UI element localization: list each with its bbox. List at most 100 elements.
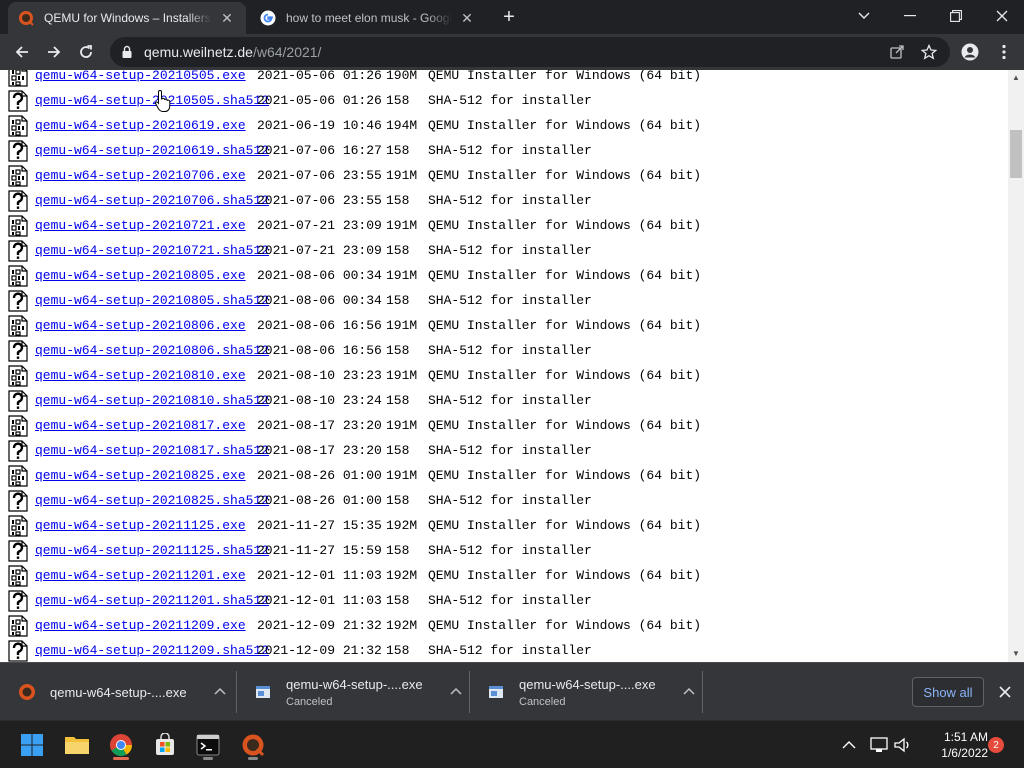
file-date: 2021-12-01 11:03 <box>257 593 382 608</box>
network-icon[interactable] <box>870 737 888 753</box>
store-icon[interactable] <box>149 729 181 761</box>
scroll-up-icon[interactable]: ▲ <box>1012 74 1020 82</box>
file-description: SHA-512 for installer <box>428 443 592 458</box>
divider <box>702 671 703 713</box>
profile-icon[interactable] <box>956 38 984 66</box>
file-date: 2021-12-01 11:03 <box>257 568 382 583</box>
file-link[interactable]: qemu-w64-setup-20210619.sha512 <box>35 143 269 158</box>
unknown-file-icon <box>8 490 28 512</box>
minimize-icon[interactable] <box>892 4 928 28</box>
unknown-file-icon <box>8 340 28 362</box>
forward-icon[interactable] <box>40 38 68 66</box>
file-size: 190M <box>386 70 418 83</box>
file-date: 2021-11-27 15:59 <box>257 543 382 558</box>
file-link[interactable]: qemu-w64-setup-20210805.sha512 <box>35 293 269 308</box>
terminal-icon[interactable] <box>192 729 224 761</box>
file-size: 158 <box>386 643 410 658</box>
file-description: SHA-512 for installer <box>428 193 592 208</box>
file-date: 2021-07-21 23:09 <box>257 243 382 258</box>
file-link[interactable]: qemu-w64-setup-20210810.sha512 <box>35 393 269 408</box>
binary-file-icon <box>8 615 28 637</box>
listing-row: qemu-w64-setup-20211201.exe 2021-12-01 11… <box>0 563 1008 588</box>
listing-row: qemu-w64-setup-20210505.exe 2021-05-06 01… <box>0 70 1008 88</box>
file-link[interactable]: qemu-w64-setup-20211201.exe <box>35 568 246 583</box>
reload-icon[interactable] <box>72 38 100 66</box>
file-link[interactable]: qemu-w64-setup-20210706.sha512 <box>35 193 269 208</box>
download-item[interactable]: qemu-w64-setup-....exe <box>0 663 228 721</box>
file-description: QEMU Installer for Windows (64 bit) <box>428 268 702 283</box>
file-description: QEMU Installer for Windows (64 bit) <box>428 568 702 583</box>
file-link[interactable]: qemu-w64-setup-20210825.sha512 <box>35 493 269 508</box>
file-link[interactable]: qemu-w64-setup-20211201.sha512 <box>35 593 269 608</box>
file-link[interactable]: qemu-w64-setup-20210810.exe <box>35 368 246 383</box>
file-link[interactable]: qemu-w64-setup-20210825.exe <box>35 468 246 483</box>
listing-row: qemu-w64-setup-20210619.exe 2021-06-19 10… <box>0 113 1008 138</box>
file-size: 191M <box>386 168 418 183</box>
download-item[interactable]: qemu-w64-setup-....exe Canceled <box>469 663 697 721</box>
clock-date: 1/6/2022 <box>941 746 988 760</box>
tab-qemu[interactable]: QEMU for Windows – Installers (64 bit) ✕ <box>8 2 246 34</box>
file-link[interactable]: qemu-w64-setup-20210619.exe <box>35 118 246 133</box>
chrome-icon[interactable] <box>105 729 137 761</box>
hand-cursor-icon <box>155 89 171 112</box>
file-link[interactable]: qemu-w64-setup-20210505.sha512 <box>35 93 269 108</box>
chevron-up-icon[interactable] <box>212 684 228 700</box>
browser-toolbar: qemu.weilnetz.de/w64/2021/ <box>0 34 1024 70</box>
chevron-up-icon[interactable] <box>681 684 697 700</box>
listing-row: qemu-w64-setup-20210805.sha512 2021-08-06… <box>0 288 1008 313</box>
qemu-icon <box>19 684 35 700</box>
chevron-up-icon[interactable] <box>448 684 464 700</box>
scrollbar[interactable]: ▲ ▼ <box>1008 70 1024 662</box>
back-icon[interactable] <box>8 38 36 66</box>
file-link[interactable]: qemu-w64-setup-20210706.exe <box>35 168 246 183</box>
close-shelf-icon[interactable] <box>996 683 1014 701</box>
file-explorer-icon[interactable] <box>61 729 93 761</box>
volume-icon[interactable] <box>894 737 912 753</box>
file-link[interactable]: qemu-w64-setup-20210505.exe <box>35 70 246 83</box>
show-all-button[interactable]: Show all <box>912 677 984 707</box>
file-link[interactable]: qemu-w64-setup-20210806.exe <box>35 318 246 333</box>
tab-close-icon[interactable]: ✕ <box>458 9 476 27</box>
clock[interactable]: 1:51 AM 1/6/2022 <box>918 729 988 761</box>
listing-row: qemu-w64-setup-20210721.exe 2021-07-21 23… <box>0 213 1008 238</box>
listing-row: qemu-w64-setup-20210817.sha512 2021-08-17… <box>0 438 1008 463</box>
file-link[interactable]: qemu-w64-setup-20210817.exe <box>35 418 246 433</box>
file-link[interactable]: qemu-w64-setup-20211209.exe <box>35 618 246 633</box>
tab-google[interactable]: how to meet elon musk - Google Search ✕ <box>250 2 486 34</box>
unknown-file-icon <box>8 140 28 162</box>
start-windows-icon[interactable] <box>16 729 48 761</box>
file-description: SHA-512 for installer <box>428 93 592 108</box>
new-tab-button[interactable]: + <box>498 7 520 29</box>
tab-search-icon[interactable] <box>846 4 882 28</box>
window-close-icon[interactable] <box>984 4 1020 28</box>
lock-icon[interactable] <box>120 45 134 59</box>
address-bar[interactable]: qemu.weilnetz.de/w64/2021/ <box>110 37 950 67</box>
share-icon[interactable] <box>888 43 906 61</box>
file-size: 158 <box>386 193 410 208</box>
qemu-icon[interactable] <box>237 729 269 761</box>
scroll-down-icon[interactable]: ▼ <box>1012 650 1020 658</box>
listing-row: qemu-w64-setup-20210505.sha512 2021-05-06… <box>0 88 1008 113</box>
listing-row: qemu-w64-setup-20210619.sha512 2021-07-06… <box>0 138 1008 163</box>
tab-close-icon[interactable]: ✕ <box>218 9 236 27</box>
file-link[interactable]: qemu-w64-setup-20210817.sha512 <box>35 443 269 458</box>
download-item[interactable]: qemu-w64-setup-....exe Canceled <box>236 663 464 721</box>
menu-icon[interactable] <box>990 38 1018 66</box>
file-link[interactable]: qemu-w64-setup-20210806.sha512 <box>35 343 269 358</box>
scrollbar-thumb[interactable] <box>1010 130 1022 178</box>
file-link[interactable]: qemu-w64-setup-20211125.exe <box>35 518 246 533</box>
file-size: 191M <box>386 468 418 483</box>
file-link[interactable]: qemu-w64-setup-20210721.exe <box>35 218 246 233</box>
chevron-up-icon[interactable] <box>842 740 856 750</box>
file-link[interactable]: qemu-w64-setup-20211125.sha512 <box>35 543 269 558</box>
file-link[interactable]: qemu-w64-setup-20210805.exe <box>35 268 246 283</box>
listing-row: qemu-w64-setup-20210806.exe 2021-08-06 16… <box>0 313 1008 338</box>
bookmark-star-icon[interactable] <box>920 43 938 61</box>
file-link[interactable]: qemu-w64-setup-20211209.sha512 <box>35 643 269 658</box>
file-date: 2021-05-06 01:26 <box>257 93 382 108</box>
restore-icon[interactable] <box>938 4 974 28</box>
file-date: 2021-08-17 23:20 <box>257 443 382 458</box>
notification-badge[interactable]: 2 <box>988 737 1004 753</box>
binary-file-icon <box>8 265 28 287</box>
file-link[interactable]: qemu-w64-setup-20210721.sha512 <box>35 243 269 258</box>
